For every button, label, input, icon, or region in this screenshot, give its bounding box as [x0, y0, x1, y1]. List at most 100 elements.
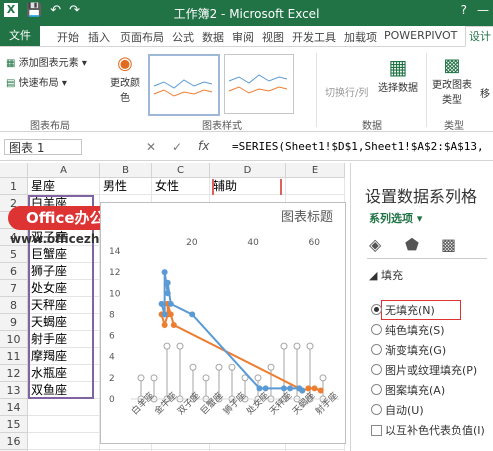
tab-page-layout[interactable]: 页面布局: [120, 29, 164, 45]
enter-icon[interactable]: ✓: [172, 140, 182, 154]
column-header-c[interactable]: C: [152, 163, 210, 178]
chart-style-2[interactable]: [224, 54, 294, 114]
minimize-icon[interactable]: —: [477, 3, 489, 17]
chart-svg: 图表标题 20 40 60 0 2 4 6 8 10 12 14 白羊座金牛座双子座巨蟹座狮子座处女座天…: [109, 210, 340, 418]
tab-addins[interactable]: 加载项: [344, 29, 377, 45]
quick-layout-button[interactable]: ▤ 快速布局 ▾: [6, 74, 67, 89]
category-label: 巨蟹座: [198, 390, 226, 418]
change-chart-type-button[interactable]: ▩ 更改图表类型: [432, 55, 472, 106]
row-header[interactable]: 13: [0, 382, 28, 399]
cell[interactable]: 男性: [100, 178, 152, 195]
help-icon[interactable]: ?: [461, 3, 467, 17]
fill-section-header[interactable]: ◢ 填充: [369, 267, 403, 283]
column-header-b[interactable]: B: [100, 163, 152, 178]
row-header[interactable]: 15: [0, 416, 28, 433]
pane-title: 设置数据系列格: [365, 187, 478, 206]
row-header[interactable]: 12: [0, 365, 28, 382]
select-data-button[interactable]: ▦ 选择数据: [376, 55, 420, 94]
radio-solid-fill[interactable]: [371, 324, 382, 335]
cell-a[interactable]: 狮子座: [28, 263, 100, 280]
orange-series-point: [167, 311, 174, 318]
cell-a[interactable]: [28, 433, 100, 450]
series-options-tab[interactable]: 系列选项 ▾: [369, 210, 422, 226]
category-label: 金牛座: [152, 390, 180, 418]
group-label-type: 类型: [444, 121, 464, 132]
chart-title: 图表标题: [281, 210, 333, 225]
radio-gradient-fill[interactable]: [371, 344, 382, 355]
row-header[interactable]: 5: [0, 246, 28, 263]
row-header[interactable]: 9: [0, 314, 28, 331]
top-axis-tick-label: 40: [247, 238, 259, 248]
y-axis-tick-label: 4: [109, 353, 115, 363]
column-header-e[interactable]: E: [286, 163, 345, 178]
blue-series-point: [164, 279, 171, 286]
y-axis-tick-label: 0: [109, 395, 115, 405]
cell-a[interactable]: 双鱼座: [28, 382, 100, 399]
column-header-a[interactable]: A: [28, 163, 100, 178]
title-bar: X 💾 ↶ ↷ 工作簿2 - Microsoft Excel ? —: [0, 0, 493, 26]
row-header[interactable]: 16: [0, 433, 28, 450]
row-header[interactable]: 1: [0, 178, 28, 195]
row-header[interactable]: 8: [0, 297, 28, 314]
row-header[interactable]: 6: [0, 263, 28, 280]
row-header[interactable]: 7: [0, 280, 28, 297]
cell-a[interactable]: 巨蟹座: [28, 246, 100, 263]
column-header-d[interactable]: D: [210, 163, 286, 178]
cell-a[interactable]: [28, 399, 100, 416]
name-box[interactable]: 图表 1: [4, 139, 82, 155]
tab-review[interactable]: 审阅: [232, 29, 254, 45]
radio-automatic[interactable]: [371, 404, 382, 415]
table-icon: ▦: [388, 55, 408, 79]
cell-a[interactable]: 射手座: [28, 331, 100, 348]
tab-data[interactable]: 数据: [202, 29, 224, 45]
change-colors-button[interactable]: ◉ 更改颜色: [108, 53, 142, 104]
cell[interactable]: 女性: [152, 178, 210, 195]
cell-a[interactable]: 处女座: [28, 280, 100, 297]
tab-formulas[interactable]: 公式: [172, 29, 194, 45]
tab-view[interactable]: 视图: [262, 29, 284, 45]
cell-a[interactable]: [28, 416, 100, 433]
move-chart-button[interactable]: 移: [480, 85, 490, 100]
group-label-layout: 图表布局: [30, 121, 70, 132]
y-axis-tick-label: 8: [109, 310, 115, 320]
effects-icon[interactable]: ⬟: [405, 235, 419, 254]
helper-stem-marker: [280, 342, 288, 350]
cell[interactable]: [286, 178, 345, 195]
blue-series-point: [167, 300, 174, 307]
series-options-label: 系列选项: [369, 212, 413, 225]
cell-a[interactable]: 摩羯座: [28, 348, 100, 365]
chart-style-1[interactable]: [148, 54, 220, 116]
quick-layout-icon: ▤: [6, 78, 16, 89]
cell-a[interactable]: 星座: [28, 178, 100, 195]
select-all-corner[interactable]: [0, 163, 28, 178]
fill-line-icon[interactable]: ◈: [369, 235, 381, 254]
function-icon[interactable]: fx: [198, 139, 209, 153]
cancel-icon[interactable]: ✕: [146, 140, 156, 154]
chart[interactable]: 图表标题 20 40 60 0 2 4 6 8 10 12 14 白羊座 金牛座 双子座 巨蟹座 狮子座 处女座天…: [100, 202, 346, 444]
y-axis-tick-label: 6: [109, 332, 115, 342]
helper-stem-marker: [306, 342, 314, 350]
tab-design[interactable]: 设计: [465, 26, 493, 47]
tab-developer[interactable]: 开发工具: [292, 29, 336, 45]
radio-no-fill[interactable]: [371, 304, 382, 315]
cell-a[interactable]: 天蝎座: [28, 314, 100, 331]
add-chart-element-button[interactable]: ▦ 添加图表元素 ▾: [6, 54, 87, 69]
row-header[interactable]: 14: [0, 399, 28, 416]
tab-powerpivot[interactable]: POWERPIVOT: [384, 29, 457, 42]
tab-file[interactable]: 文件: [0, 26, 40, 46]
cell-a[interactable]: 天秤座: [28, 297, 100, 314]
category-label: 双子座: [175, 390, 203, 418]
row-header[interactable]: 11: [0, 348, 28, 365]
tab-insert[interactable]: 插入: [88, 29, 110, 45]
row-header[interactable]: 10: [0, 331, 28, 348]
group-label-data: 数据: [362, 121, 382, 132]
series-options-icon[interactable]: ▩: [441, 235, 456, 254]
formula-input[interactable]: =SERIES(Sheet1!$D$1,Sheet1!$A$2:$A$13,: [232, 140, 484, 153]
cell-a[interactable]: 水瓶座: [28, 365, 100, 382]
radio-picture-fill[interactable]: [371, 364, 382, 375]
tab-home[interactable]: 开始: [57, 29, 79, 45]
invert-negative-checkbox[interactable]: [371, 425, 382, 436]
radio-pattern-fill[interactable]: [371, 384, 382, 395]
switch-row-column-button[interactable]: 切换行/列: [325, 84, 368, 99]
cell[interactable]: 辅助: [210, 178, 286, 195]
